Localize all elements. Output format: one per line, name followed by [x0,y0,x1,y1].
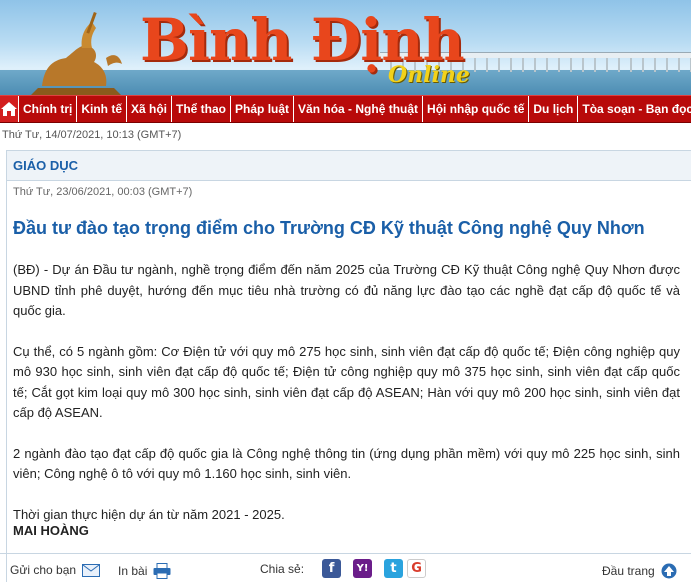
nav-item-hoi-nhap[interactable]: Hội nhập quốc tế [423,96,530,122]
article-paragraph: (BĐ) - Dự án Đầu tư ngành, nghề trọng đi… [13,262,680,318]
nav-item-toa-soan[interactable]: Tòa soạn - Bạn đọc [578,96,691,122]
send-to-friend-button[interactable]: Gửi cho bạn [10,563,101,577]
site-banner[interactable]: Bình Định Online [0,0,691,95]
back-to-top-button[interactable]: Đầu trang [602,563,677,579]
nav-item-the-thao[interactable]: Thể thao [172,96,232,122]
facebook-icon[interactable]: f [322,559,342,578]
google-icon[interactable]: G [407,559,427,578]
article-title: Đầu tư đào tạo trọng điểm cho Trường CĐ … [13,218,645,238]
envelope-icon [82,563,101,577]
section-header: GIÁO DỤC [7,151,691,181]
twitter-icon[interactable]: t [384,559,404,578]
article-published-date: Thứ Tư, 23/06/2021, 00:03 (GMT+7) [13,186,193,198]
article-container: GIÁO DỤC Thứ Tư, 23/06/2021, 00:03 (GMT+… [6,150,691,582]
printer-icon [153,563,171,579]
arrow-up-icon [661,563,677,579]
nav-item-du-lich[interactable]: Du lịch [529,96,579,122]
article-paragraph: Cụ thể, có 5 ngành gồm: Cơ Điện tử với q… [13,343,680,421]
print-label: In bài [118,564,148,578]
current-date: Thứ Tư, 14/07/2021, 10:13 (GMT+7) [2,129,182,141]
article-tools: Gửi cho bạn In bài Chia sẻ: f Y! t G Đầu… [0,553,691,582]
print-button[interactable]: In bài [118,563,171,579]
main-nav: Chính trị Kinh tế Xã hội Thể thao Pháp l… [0,95,691,123]
back-to-top-label: Đầu trang [602,564,655,578]
share-label: Chia sẻ: [260,561,305,576]
article-body: (BĐ) - Dự án Đầu tư ngành, nghề trọng đi… [13,260,680,545]
site-logo-suffix: Online [388,62,470,88]
nav-item-kinh-te[interactable]: Kinh tế [77,96,127,122]
nav-item-xa-hoi[interactable]: Xã hội [127,96,173,122]
article-author: MAI HOÀNG [13,523,89,538]
yahoo-icon[interactable]: Y! [353,559,373,578]
share-bar: Chia sẻ: f Y! t G [260,559,427,578]
statue-icon [31,11,122,95]
nav-item-chinh-tri[interactable]: Chính trị [19,96,78,122]
article-paragraph: Thời gian thực hiện dự án từ năm 2021 - … [13,506,285,522]
nav-item-phap-luat[interactable]: Pháp luật [231,96,295,122]
send-label: Gửi cho bạn [10,563,77,577]
nav-item-van-hoa[interactable]: Văn hóa - Nghệ thuật [294,96,424,122]
nav-home-button[interactable] [0,96,19,122]
home-icon [1,102,17,116]
article-paragraph: 2 ngành đào tạo đạt cấp độ quốc gia là C… [13,445,680,482]
section-title[interactable]: GIÁO DỤC [13,158,78,173]
